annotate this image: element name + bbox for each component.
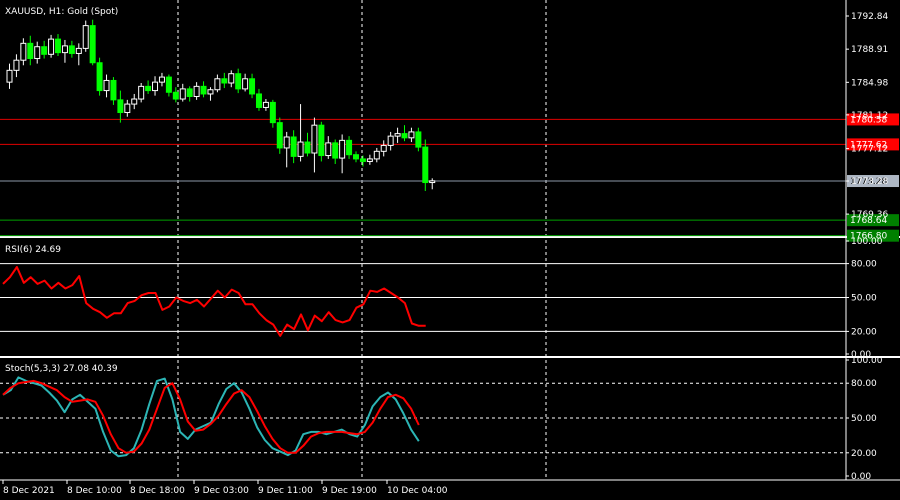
candle[interactable] bbox=[96, 57, 103, 96]
candle-body bbox=[221, 78, 228, 84]
candle-body bbox=[332, 142, 339, 159]
candle-body bbox=[165, 76, 172, 93]
stoch-tick-label: 50.00 bbox=[851, 414, 877, 424]
candle-body bbox=[41, 46, 48, 55]
candle-body bbox=[124, 103, 131, 114]
candle-body bbox=[117, 99, 124, 114]
candle-body bbox=[276, 122, 283, 149]
time-tick-label: 8 Dec 10:00 bbox=[67, 486, 122, 496]
candle-body bbox=[152, 81, 159, 92]
candle-body bbox=[366, 158, 373, 162]
price-tick-label: 1773.28 bbox=[851, 177, 888, 187]
candle-body bbox=[429, 180, 436, 184]
price-tick-label: 1769.36 bbox=[851, 210, 888, 220]
chart-background bbox=[0, 0, 900, 500]
candle-body bbox=[82, 25, 89, 49]
price-tick-label: 1788.91 bbox=[851, 45, 888, 55]
price-tick-label: 1777.12 bbox=[851, 145, 888, 155]
price-tick-label: 1792.84 bbox=[851, 12, 888, 22]
candle-body bbox=[68, 45, 75, 54]
candle-body bbox=[283, 136, 290, 149]
candle-body bbox=[380, 144, 387, 152]
panel-separator bbox=[0, 356, 900, 358]
rsi-tick-label: 80.00 bbox=[851, 260, 877, 270]
rsi-tick-label: 20.00 bbox=[851, 327, 877, 337]
candle-body bbox=[6, 69, 13, 83]
time-tick-label: 9 Dec 11:00 bbox=[258, 486, 313, 496]
candle-body bbox=[346, 139, 353, 156]
candle-body bbox=[359, 158, 366, 162]
candle-body bbox=[228, 73, 235, 84]
main-panel-title: XAUUSD, H1: Gold (Spot) bbox=[5, 7, 118, 17]
stoch-panel-title: Stoch(5,3,3) 27.08 40.39 bbox=[5, 364, 118, 374]
candle-body bbox=[408, 131, 415, 139]
time-tick-label: 9 Dec 19:00 bbox=[322, 486, 377, 496]
candle-body bbox=[249, 78, 256, 95]
candle-body bbox=[193, 85, 200, 97]
candle-body bbox=[387, 135, 394, 146]
candle[interactable] bbox=[82, 20, 89, 52]
candle-body bbox=[394, 133, 401, 137]
price-tick-label: 1781.12 bbox=[851, 111, 888, 121]
candle-body bbox=[304, 141, 311, 154]
candle-body bbox=[172, 91, 179, 100]
candle-body bbox=[353, 154, 359, 160]
stoch-tick-label: 20.00 bbox=[851, 449, 877, 459]
candle-body bbox=[27, 42, 34, 60]
candle-body bbox=[290, 136, 297, 157]
candle-body bbox=[339, 139, 346, 159]
candle-body bbox=[13, 59, 20, 71]
rsi-tick-label: 50.00 bbox=[851, 294, 877, 304]
candle-body bbox=[20, 42, 27, 61]
candle-body bbox=[110, 79, 117, 101]
candle-body bbox=[401, 133, 408, 139]
candle[interactable] bbox=[318, 121, 325, 162]
rsi-tick-label: 100.00 bbox=[851, 237, 883, 247]
price-chart[interactable]: 1780.581777.621773.281768.641766.80 1792… bbox=[0, 0, 900, 500]
candle-body bbox=[373, 150, 380, 160]
candle-body bbox=[200, 85, 207, 95]
candle[interactable] bbox=[276, 117, 283, 154]
candle-body bbox=[415, 131, 422, 148]
candle-body bbox=[34, 46, 41, 60]
candle-body bbox=[55, 38, 62, 54]
time-tick-label: 8 Dec 18:00 bbox=[130, 486, 185, 496]
stoch-tick-label: 100.00 bbox=[851, 356, 883, 366]
candle[interactable] bbox=[138, 82, 145, 103]
rsi-panel-title: RSI(6) 24.69 bbox=[5, 245, 61, 255]
stoch-tick-label: 80.00 bbox=[851, 379, 877, 389]
candle-body bbox=[145, 85, 152, 92]
candle-body bbox=[131, 98, 138, 105]
candle-body bbox=[96, 62, 103, 92]
candle-body bbox=[214, 78, 221, 91]
candle-body bbox=[297, 141, 304, 157]
candle-body bbox=[158, 76, 165, 83]
candle-body bbox=[422, 146, 429, 184]
candle-body bbox=[255, 93, 262, 108]
time-tick-label: 8 Dec 2021 bbox=[3, 486, 55, 496]
candle-body bbox=[75, 47, 82, 54]
panel-separator bbox=[0, 236, 900, 238]
candle-body bbox=[207, 89, 214, 95]
candle-body bbox=[186, 88, 193, 97]
candle-body bbox=[242, 78, 249, 90]
candle-body bbox=[89, 25, 96, 64]
candle-body bbox=[48, 38, 55, 55]
candle[interactable] bbox=[89, 19, 96, 66]
candle-body bbox=[103, 79, 110, 92]
candle-body bbox=[269, 101, 276, 124]
time-tick-label: 9 Dec 03:00 bbox=[194, 486, 249, 496]
candle-body bbox=[138, 85, 145, 100]
candle-body bbox=[235, 73, 242, 90]
candle-body bbox=[311, 124, 318, 154]
candle-body bbox=[179, 88, 186, 100]
price-tick-label: 1784.98 bbox=[851, 78, 888, 88]
candle-body bbox=[325, 142, 332, 157]
time-tick-label: 10 Dec 04:00 bbox=[387, 486, 448, 496]
stoch-tick-label: 0.00 bbox=[851, 472, 871, 482]
candle-body bbox=[318, 124, 325, 157]
candle-body bbox=[262, 101, 269, 108]
candle-body bbox=[61, 45, 68, 54]
